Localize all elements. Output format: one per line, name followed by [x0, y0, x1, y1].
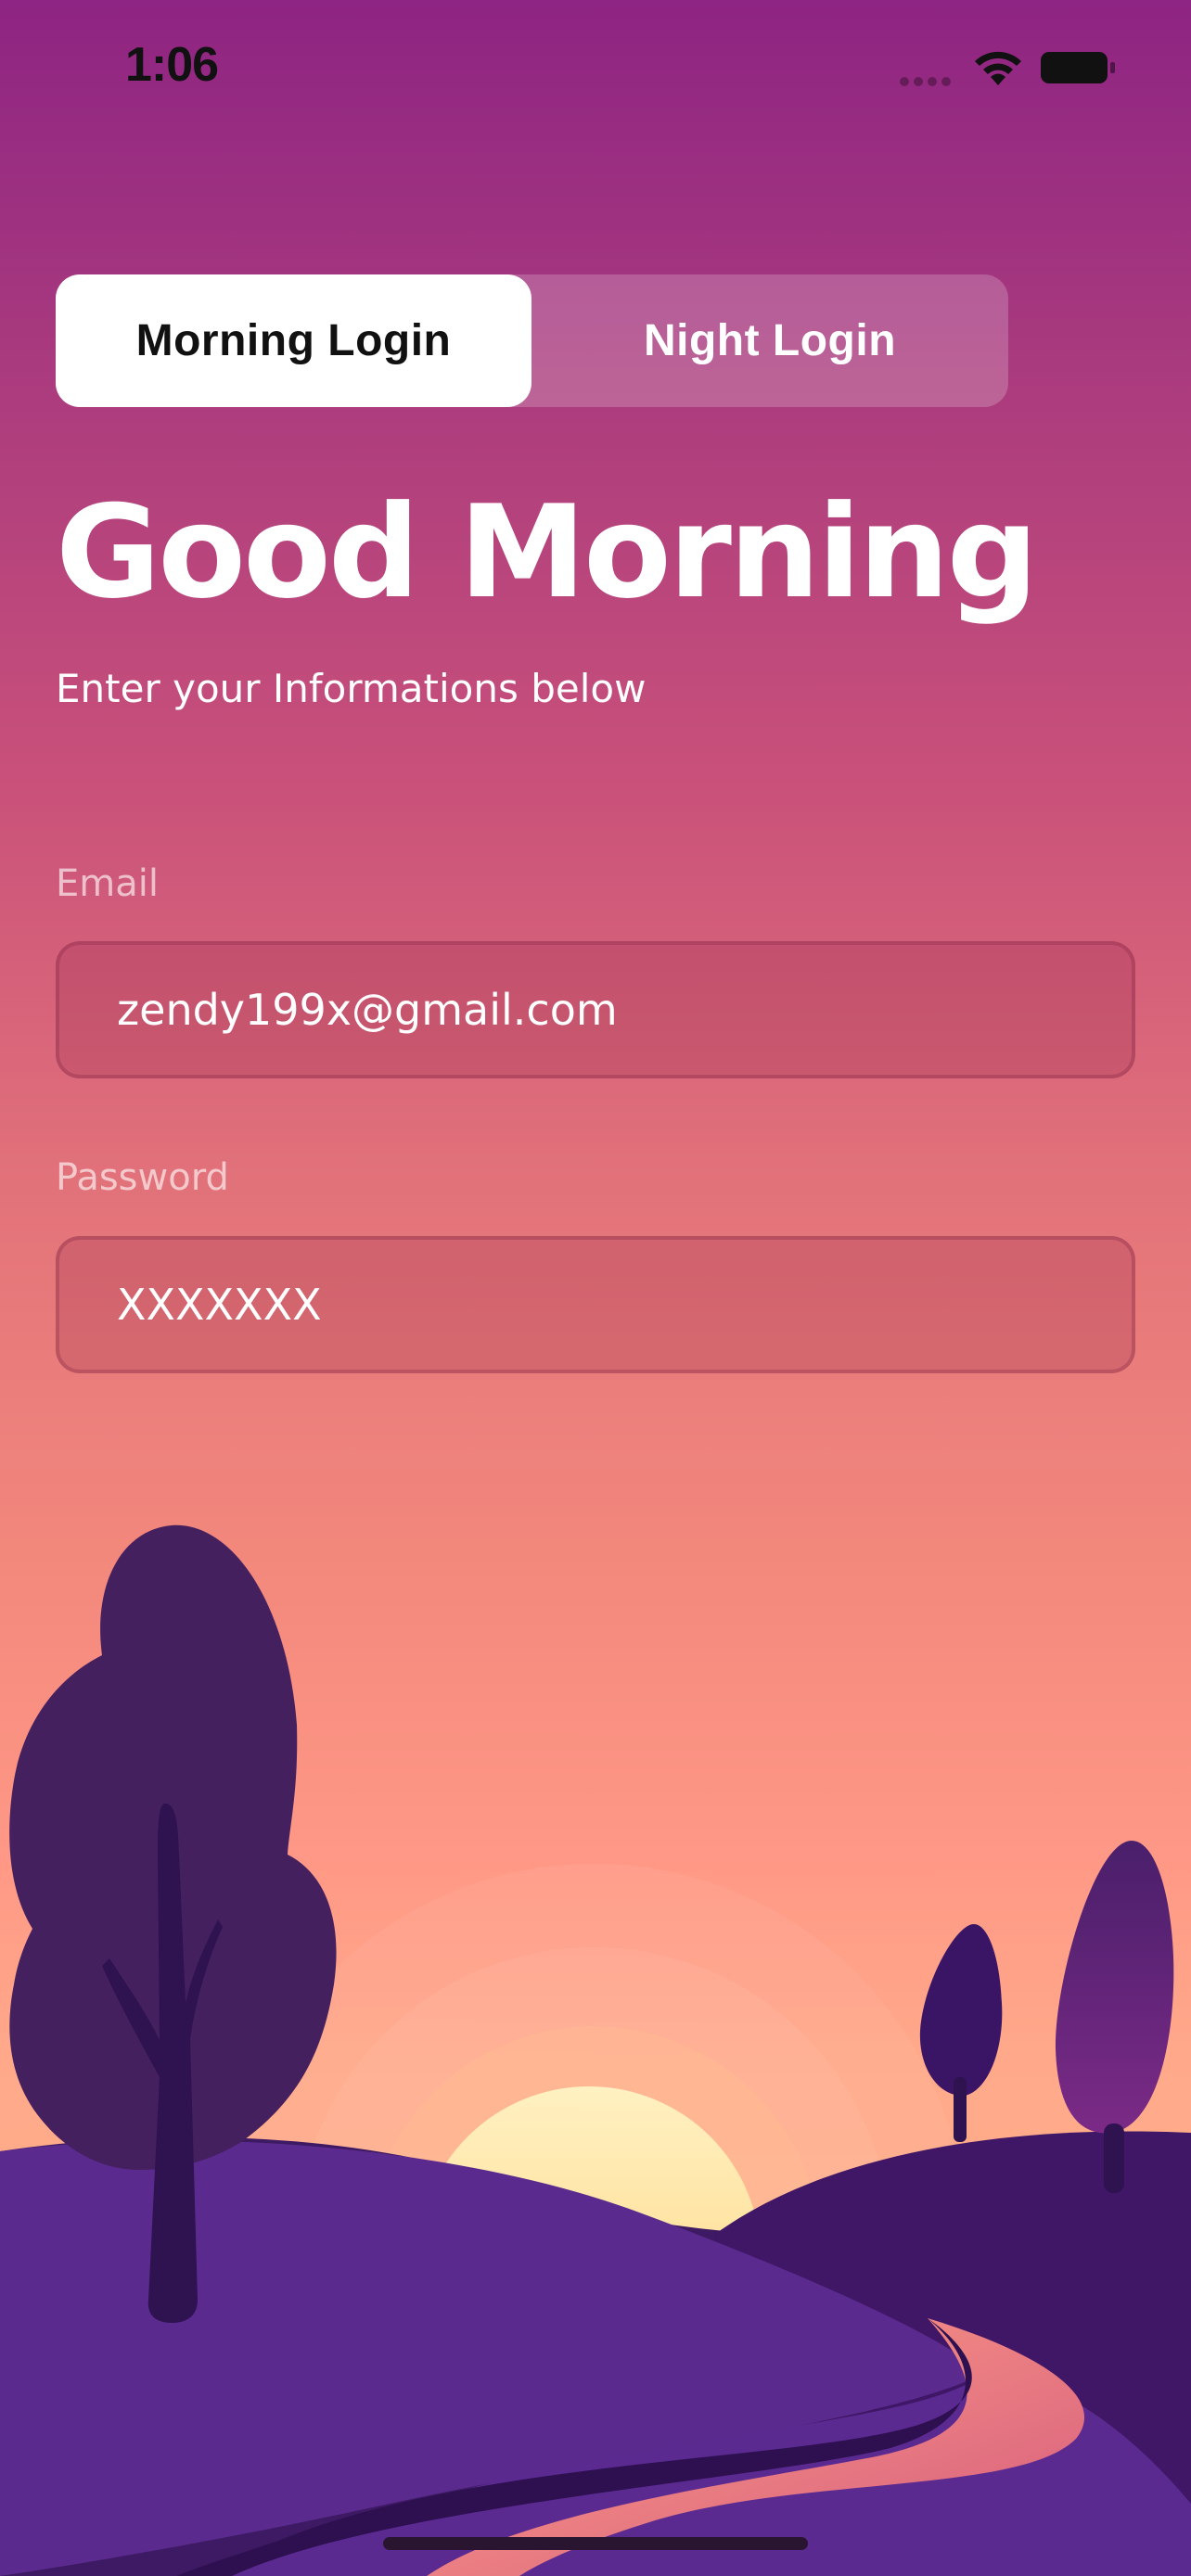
sunrise-landscape-illustration — [0, 1524, 1191, 2576]
cellular-signal-icon — [900, 72, 955, 90]
password-field[interactable]: XXXXXXX — [56, 1236, 1135, 1373]
email-field[interactable]: zendy199x@gmail.com — [56, 941, 1135, 1078]
tab-morning-login[interactable]: Morning Login — [56, 274, 531, 407]
battery-icon — [1041, 52, 1115, 83]
password-label: Password — [56, 1156, 229, 1199]
tab-night-login-label: Night Login — [643, 316, 897, 365]
status-time: 1:06 — [125, 38, 219, 92]
home-indicator[interactable] — [383, 2537, 808, 2550]
email-label: Email — [56, 862, 159, 905]
password-value: XXXXXXX — [117, 1280, 322, 1330]
login-mode-tabs: Morning Login Night Login — [56, 274, 1008, 407]
wifi-icon — [975, 51, 1021, 85]
email-value: zendy199x@gmail.com — [117, 985, 618, 1035]
status-bar: 1:06 — [0, 0, 1191, 139]
page-title: Good Morning — [56, 478, 1038, 627]
page-subtitle: Enter your Informations below — [56, 666, 647, 711]
tab-night-login[interactable]: Night Login — [531, 274, 1008, 407]
tab-morning-login-label: Morning Login — [135, 316, 452, 365]
